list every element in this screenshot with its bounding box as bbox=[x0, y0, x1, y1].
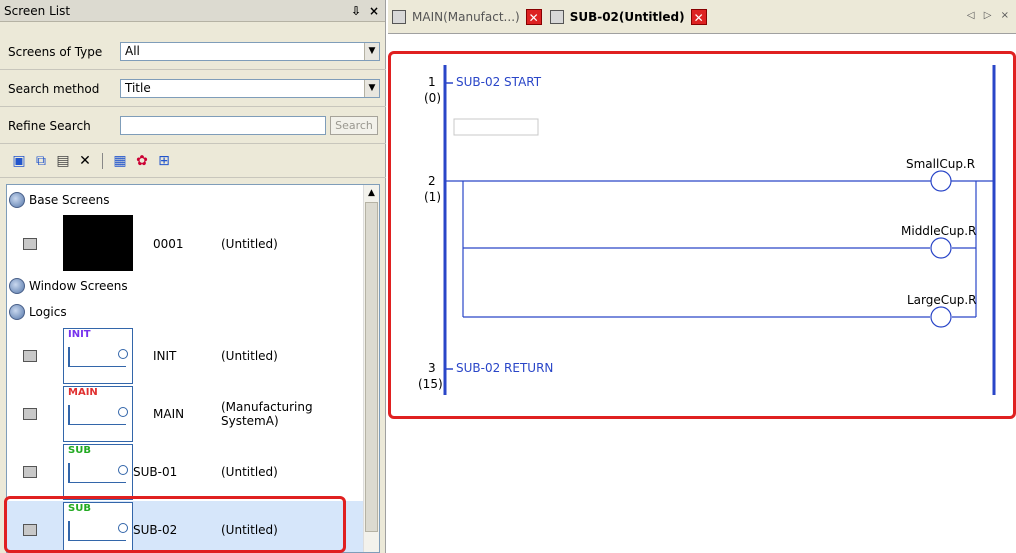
hierarchy-icon[interactable]: ⊞ bbox=[155, 152, 173, 170]
refine-search-label: Refine Search bbox=[8, 118, 91, 133]
close-icon[interactable]: ✕ bbox=[525, 8, 542, 25]
globe-icon bbox=[9, 304, 25, 320]
close-icon[interactable]: ✕ bbox=[690, 8, 707, 25]
ladder-thumb-icon bbox=[68, 347, 128, 367]
screen-thumbnail bbox=[63, 215, 133, 271]
logic-icon bbox=[23, 408, 37, 420]
list-scrollbar[interactable]: ▲ bbox=[363, 185, 379, 552]
close-icon[interactable]: × bbox=[367, 4, 381, 18]
logic-thumbnail: INIT bbox=[63, 328, 133, 384]
screen-name: SUB-01 bbox=[133, 465, 178, 479]
group-base-screens[interactable]: Base Screens bbox=[9, 191, 110, 209]
tab-main[interactable]: MAIN(Manufact...) ✕ bbox=[388, 6, 546, 28]
screen-title: (Untitled) bbox=[221, 465, 278, 479]
screen-properties-icon[interactable]: ▦ bbox=[111, 152, 129, 170]
logic-icon bbox=[549, 9, 564, 24]
toolbar-divider bbox=[102, 152, 103, 169]
search-method-row: Search method Title ▼ bbox=[0, 71, 386, 107]
tab-label: MAIN(Manufact...) bbox=[412, 9, 520, 24]
group-logics[interactable]: Logics bbox=[9, 303, 67, 321]
screen-name: INIT bbox=[153, 349, 177, 363]
pin-icon[interactable]: ⇩ bbox=[349, 4, 363, 18]
screens-of-type-row: Screens of Type All ▼ bbox=[0, 34, 386, 70]
logic-thumbnail: SUB bbox=[63, 444, 133, 500]
chevron-down-icon[interactable]: ▼ bbox=[364, 43, 379, 60]
screen-title: (Untitled) bbox=[221, 349, 278, 363]
screen-list-titlebar: Screen List ⇩ × bbox=[0, 0, 385, 22]
highlight-frame bbox=[4, 496, 346, 553]
list-item-init[interactable]: INIT INIT (Untitled) bbox=[7, 327, 363, 385]
group-label: Window Screens bbox=[29, 279, 128, 293]
chevron-down-icon[interactable]: ▼ bbox=[364, 80, 379, 97]
editor-tabs: MAIN(Manufact...) ✕ SUB-02(Untitled) ✕ ◁… bbox=[388, 0, 1016, 34]
search-button[interactable]: Search bbox=[330, 116, 378, 135]
scroll-up-icon[interactable]: ▲ bbox=[364, 185, 379, 201]
screen-name: 0001 bbox=[153, 237, 184, 251]
thumb-tag: SUB bbox=[68, 445, 91, 456]
screen-title: (Manufacturing SystemA) bbox=[221, 400, 313, 428]
screen-name: MAIN bbox=[153, 407, 185, 421]
logic-icon bbox=[23, 466, 37, 478]
search-method-value: Title bbox=[125, 81, 151, 95]
paste-screen-icon[interactable]: ▤ bbox=[54, 152, 72, 170]
group-label: Logics bbox=[29, 305, 67, 319]
screens-of-type-label: Screens of Type bbox=[8, 44, 103, 59]
search-method-label: Search method bbox=[8, 81, 100, 96]
logic-thumbnail: MAIN bbox=[63, 386, 133, 442]
scrollbar-thumb[interactable] bbox=[365, 202, 378, 532]
globe-icon bbox=[9, 192, 25, 208]
group-window-screens[interactable]: Window Screens bbox=[9, 277, 128, 295]
group-label: Base Screens bbox=[29, 193, 110, 207]
screens-of-type-select[interactable]: All ▼ bbox=[120, 42, 380, 61]
screen-list-panel: Screen List ⇩ × Screens of Type All ▼ Se… bbox=[0, 0, 386, 553]
list-item-0001[interactable]: 0001 (Untitled) bbox=[7, 215, 363, 273]
refine-search-row: Refine Search Search bbox=[0, 108, 386, 144]
globe-icon bbox=[9, 278, 25, 294]
panel-title: Screen List bbox=[4, 3, 71, 18]
ladder-thumb-icon bbox=[68, 463, 128, 483]
copy-screen-icon[interactable]: ⧉ bbox=[32, 152, 50, 170]
refine-search-input[interactable] bbox=[120, 116, 326, 135]
ladder-editor[interactable]: 1 (0) SUB-02 START 2 (1) SmallCup.R Midd… bbox=[388, 35, 1016, 553]
screens-of-type-value: All bbox=[125, 44, 140, 58]
logic-icon bbox=[392, 9, 406, 24]
thumb-tag: MAIN bbox=[68, 387, 98, 398]
delete-icon[interactable]: ✕ bbox=[76, 152, 94, 170]
list-item-sub-01[interactable]: SUB SUB-01 (Untitled) bbox=[7, 443, 363, 501]
logic-icon bbox=[23, 350, 37, 362]
thumb-tag: INIT bbox=[68, 329, 91, 340]
color-palette-icon[interactable]: ✿ bbox=[133, 152, 151, 170]
tab-sub-02[interactable]: SUB-02(Untitled) ✕ bbox=[546, 6, 711, 28]
tab-navigation[interactable]: ◁ ▷ × bbox=[967, 10, 1012, 21]
list-item-main[interactable]: MAIN MAIN (Manufacturing SystemA) bbox=[7, 385, 363, 443]
highlight-frame bbox=[388, 51, 1016, 419]
ladder-thumb-icon bbox=[68, 405, 128, 425]
search-method-select[interactable]: Title ▼ bbox=[120, 79, 380, 98]
monitor-icon bbox=[23, 238, 37, 250]
new-screen-icon[interactable]: ▣ bbox=[10, 152, 28, 170]
screen-title: (Untitled) bbox=[221, 237, 278, 251]
tab-label: SUB-02(Untitled) bbox=[569, 9, 685, 24]
screen-list-toolbar: ▣ ⧉ ▤ ✕ ▦ ✿ ⊞ bbox=[0, 144, 386, 178]
